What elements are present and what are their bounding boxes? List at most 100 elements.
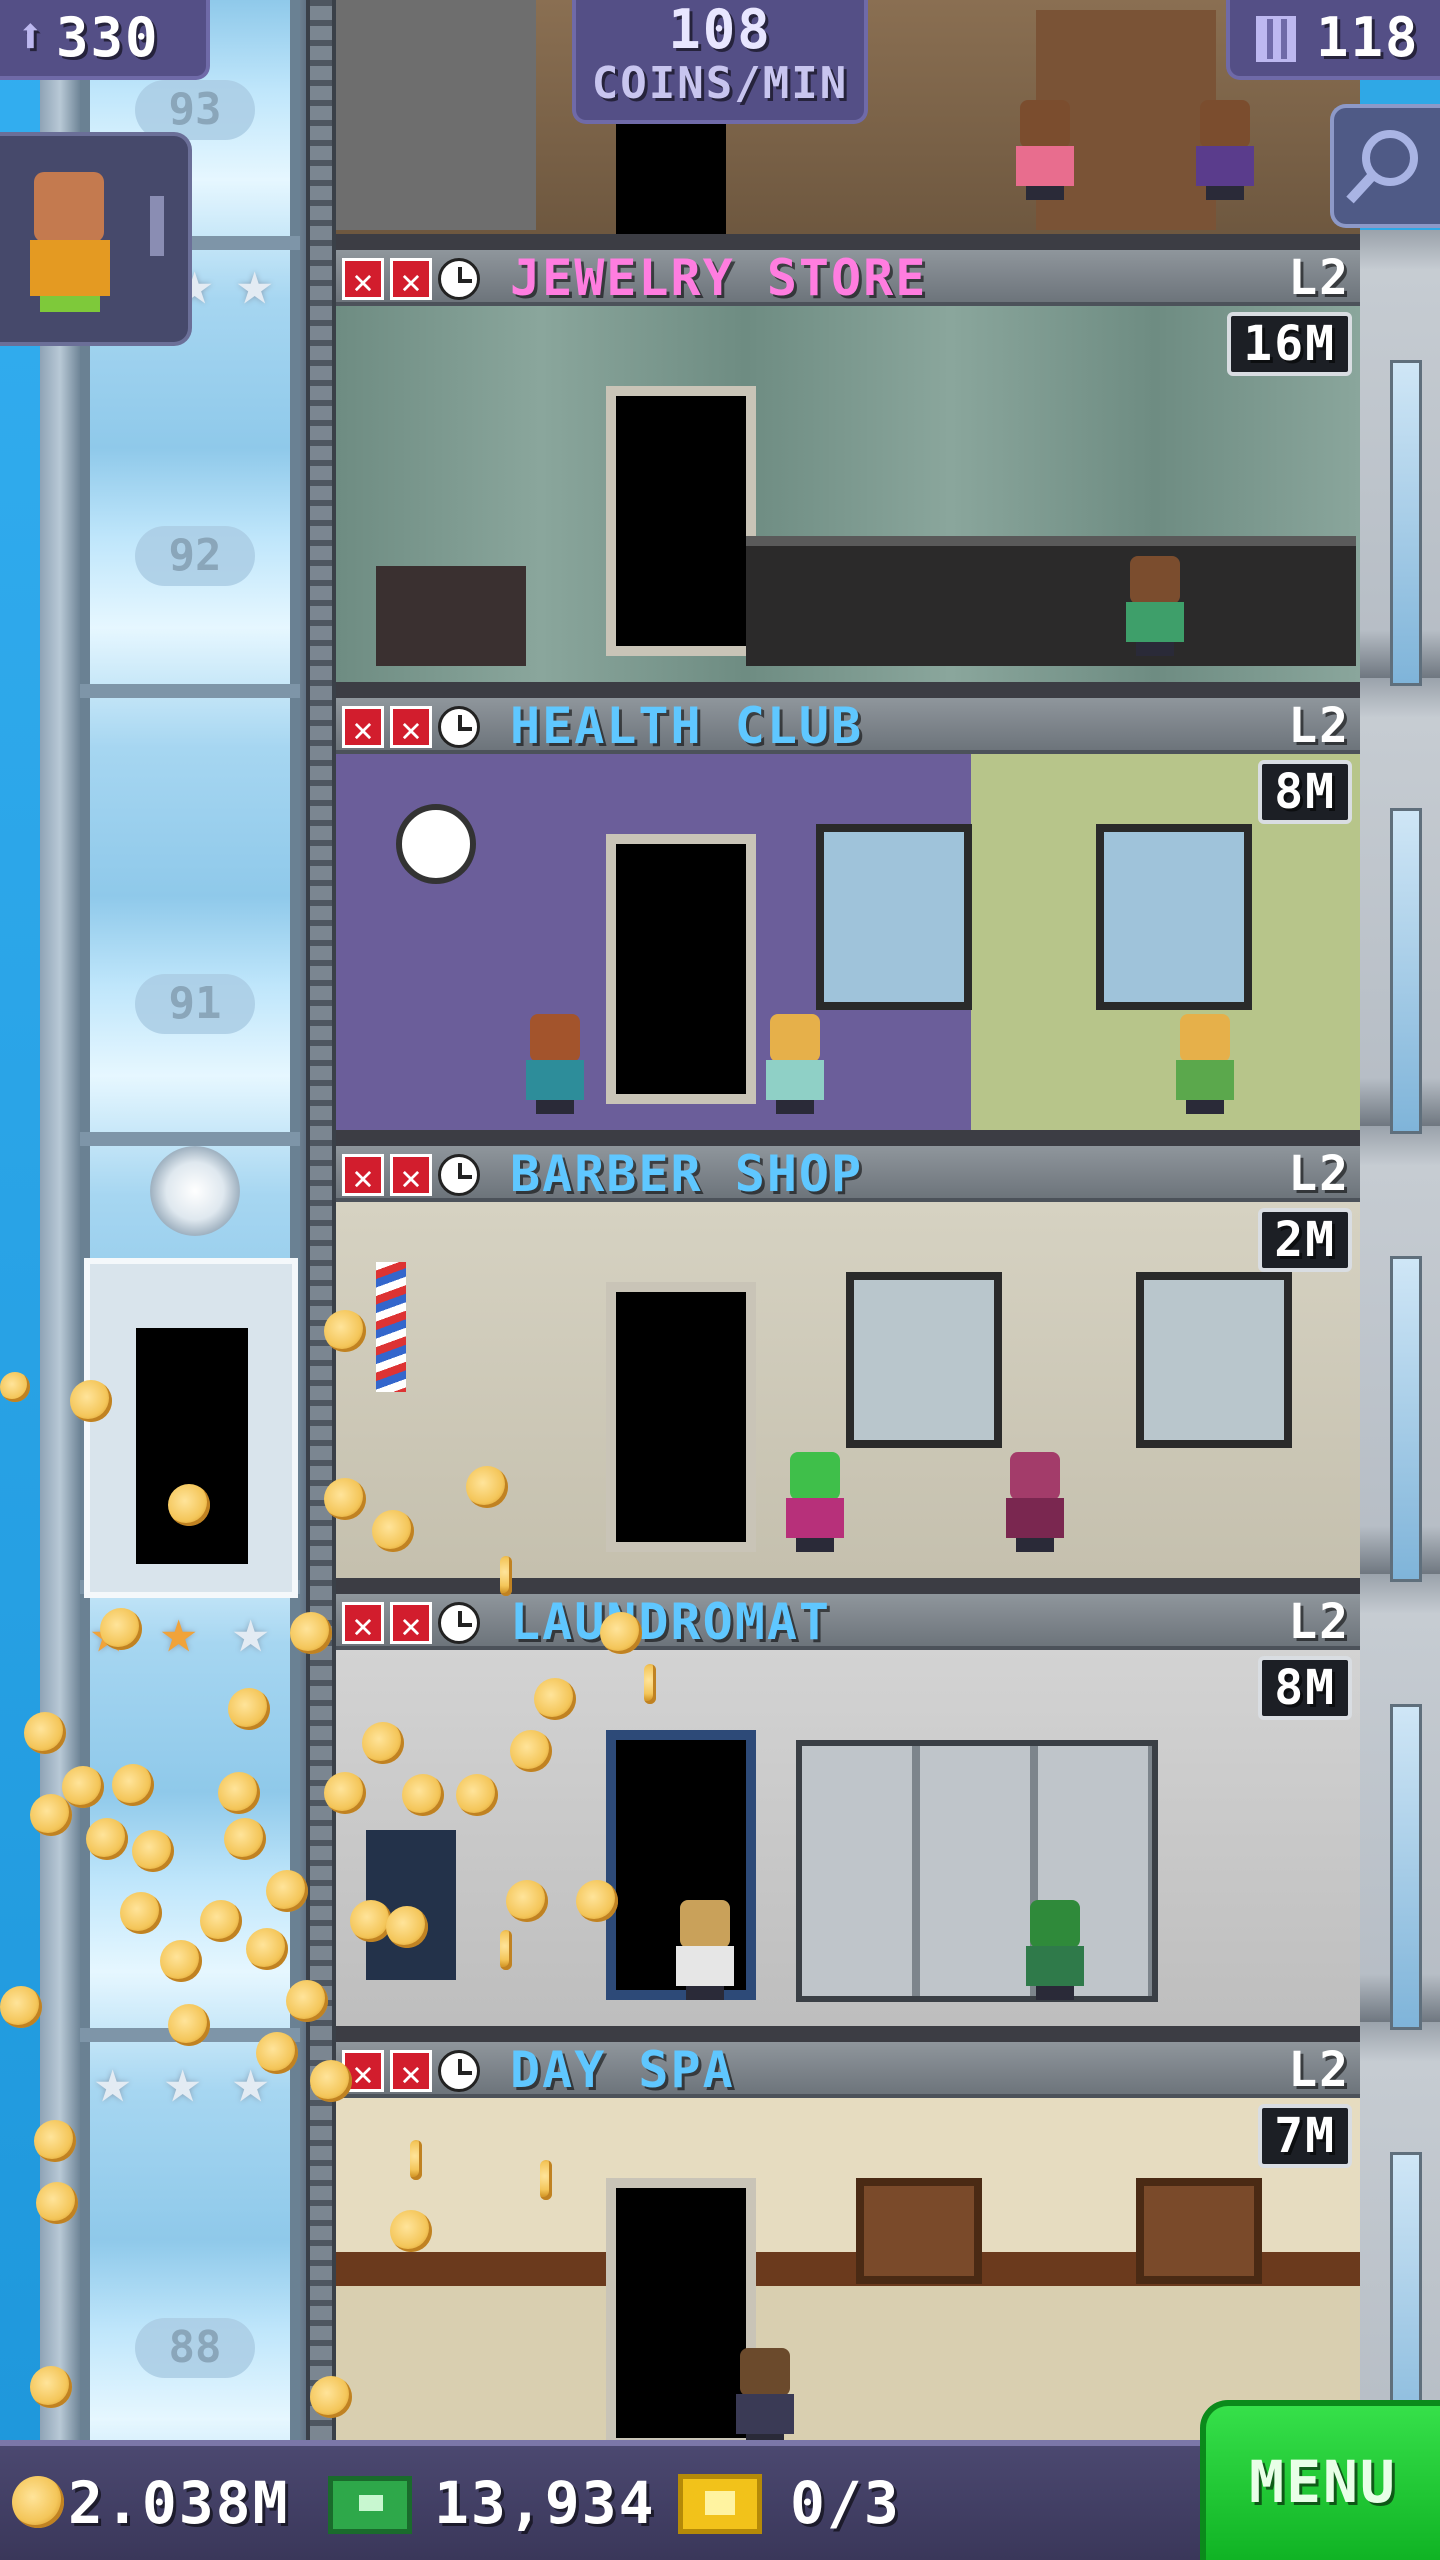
coin-icon — [0, 1372, 30, 1402]
coin-icon — [12, 2476, 64, 2528]
bitizen[interactable] — [1026, 1900, 1084, 2000]
bitizen-shirt — [30, 240, 110, 296]
stock-status: ✕ ✕ — [342, 258, 480, 302]
bitizen[interactable] — [1006, 1452, 1064, 1552]
coin-icon — [410, 2140, 422, 2180]
coin-icon — [168, 2004, 210, 2046]
golden-ticket-icon — [678, 2474, 762, 2534]
coin-icon — [160, 1940, 202, 1982]
stock-status: ✕ ✕ — [342, 1602, 480, 1646]
coin-icon — [390, 2210, 432, 2252]
bux-icon — [328, 2476, 412, 2534]
coin-icon — [506, 1880, 548, 1922]
coin-icon — [310, 2376, 352, 2418]
coin-icon — [200, 1900, 242, 1942]
room-interior — [336, 754, 1360, 1146]
restock-clock-icon — [438, 706, 480, 748]
coin-icon — [100, 1608, 142, 1650]
coin-icon — [132, 1830, 174, 1872]
coin-icon — [600, 1612, 642, 1654]
shaft-floor-number: 93 — [135, 80, 255, 140]
coin-icon — [256, 2032, 298, 2074]
coin-icon — [24, 1712, 66, 1754]
bitizen[interactable] — [766, 1014, 824, 1114]
floor-price: 2M — [1258, 1208, 1352, 1272]
bitizen-face — [34, 172, 104, 242]
floor-line — [336, 1130, 1360, 1146]
floor-count-value: 118 — [1316, 6, 1420, 69]
out-of-stock-icon: ✕ — [390, 1154, 432, 1198]
bitizen[interactable] — [526, 1014, 584, 1114]
coin-icon — [286, 1980, 328, 2022]
floor-laundromat[interactable]: ✕ ✕ LAUNDROMAT L2 8M — [336, 1594, 1360, 2042]
display-stand — [376, 566, 526, 666]
out-of-stock-icon: ✕ — [390, 1602, 432, 1646]
coin-icon — [324, 1478, 366, 1520]
coin-icon — [36, 2182, 78, 2224]
coin-icon — [372, 1510, 414, 1552]
floor-header — [336, 1594, 1360, 1650]
coin-icon — [510, 1730, 552, 1772]
floor-header — [336, 2042, 1360, 2098]
floor-count-counter[interactable]: 118 — [1226, 0, 1440, 80]
coin-icon — [362, 1722, 404, 1764]
room-door — [606, 834, 756, 1104]
coins-per-minute-value: 108 — [668, 0, 772, 61]
floor-jewelry-store[interactable]: ✕ ✕ JEWELRY STORE L2 16M — [336, 250, 1360, 698]
bitizen-legs — [40, 296, 100, 312]
coin-icon — [266, 1870, 308, 1912]
stock-status: ✕ ✕ — [342, 1154, 480, 1198]
coin-icon — [576, 1880, 618, 1922]
barber-mirror — [846, 1272, 1002, 1448]
coin-icon — [34, 2120, 76, 2162]
bitizen[interactable] — [1176, 1014, 1234, 1114]
coin-icon — [218, 1772, 260, 1814]
menu-button[interactable]: MENU — [1200, 2400, 1440, 2560]
bitizen[interactable] — [1126, 556, 1184, 656]
bitizen-spotlight-card[interactable] — [0, 132, 192, 346]
bitizen[interactable] — [676, 1900, 734, 2000]
bitizen[interactable] — [736, 2348, 794, 2440]
tower-window — [1390, 1704, 1422, 2030]
coin-icon — [386, 1906, 428, 1948]
floor-health-club[interactable]: ✕ ✕ HEALTH CLUB L2 8M — [336, 698, 1360, 1146]
coins-per-minute-panel[interactable]: 108 COINS/MIN — [572, 0, 868, 124]
room-door — [606, 386, 756, 656]
golden-ticket-count: 0/3 — [790, 2469, 901, 2537]
wall-picture — [1136, 2178, 1262, 2284]
restock-clock-icon — [438, 1154, 480, 1196]
bitizen[interactable] — [786, 1452, 844, 1552]
out-of-stock-icon: ✕ — [342, 1602, 384, 1646]
floor-price: 8M — [1258, 760, 1352, 824]
coin-icon — [112, 1764, 154, 1806]
floor-level: L2 — [1288, 1146, 1350, 1202]
shaft-floor-number: 91 — [135, 974, 255, 1034]
bitizen[interactable] — [1196, 100, 1254, 200]
elevator-car[interactable] — [84, 1258, 298, 1598]
tower-window — [1390, 808, 1422, 1134]
restock-clock-icon — [438, 2050, 480, 2092]
population-counter[interactable]: ⬆ 330 — [0, 0, 210, 80]
coin-icon — [456, 1774, 498, 1816]
coin-icon — [30, 1794, 72, 1836]
wall-picture — [856, 2178, 982, 2284]
menu-button-label: MENU — [1249, 2448, 1397, 2516]
coin-icon — [310, 2060, 352, 2102]
coin-icon — [644, 1664, 656, 1704]
bux-balance: 13,934 — [434, 2469, 656, 2537]
room-door — [616, 120, 726, 240]
bitizen[interactable] — [1016, 100, 1074, 200]
elevator-call-light — [150, 1146, 240, 1236]
floor-barber-shop[interactable]: ✕ ✕ BARBER SHOP L2 2M — [336, 1146, 1360, 1594]
coin-icon — [228, 1688, 270, 1730]
floor-name: JEWELRY STORE — [510, 250, 928, 307]
jewelry-counter — [746, 536, 1356, 666]
search-button[interactable] — [1330, 104, 1440, 228]
floor-price: 16M — [1227, 312, 1352, 376]
coin-icon — [62, 1766, 104, 1808]
coin-icon — [402, 1774, 444, 1816]
coin-icon — [540, 2160, 552, 2200]
floor-day-spa[interactable]: ✕ ✕ DAY SPA L2 7M — [336, 2042, 1360, 2440]
coin-icon — [500, 1556, 512, 1596]
washing-machines — [796, 1740, 1158, 2002]
